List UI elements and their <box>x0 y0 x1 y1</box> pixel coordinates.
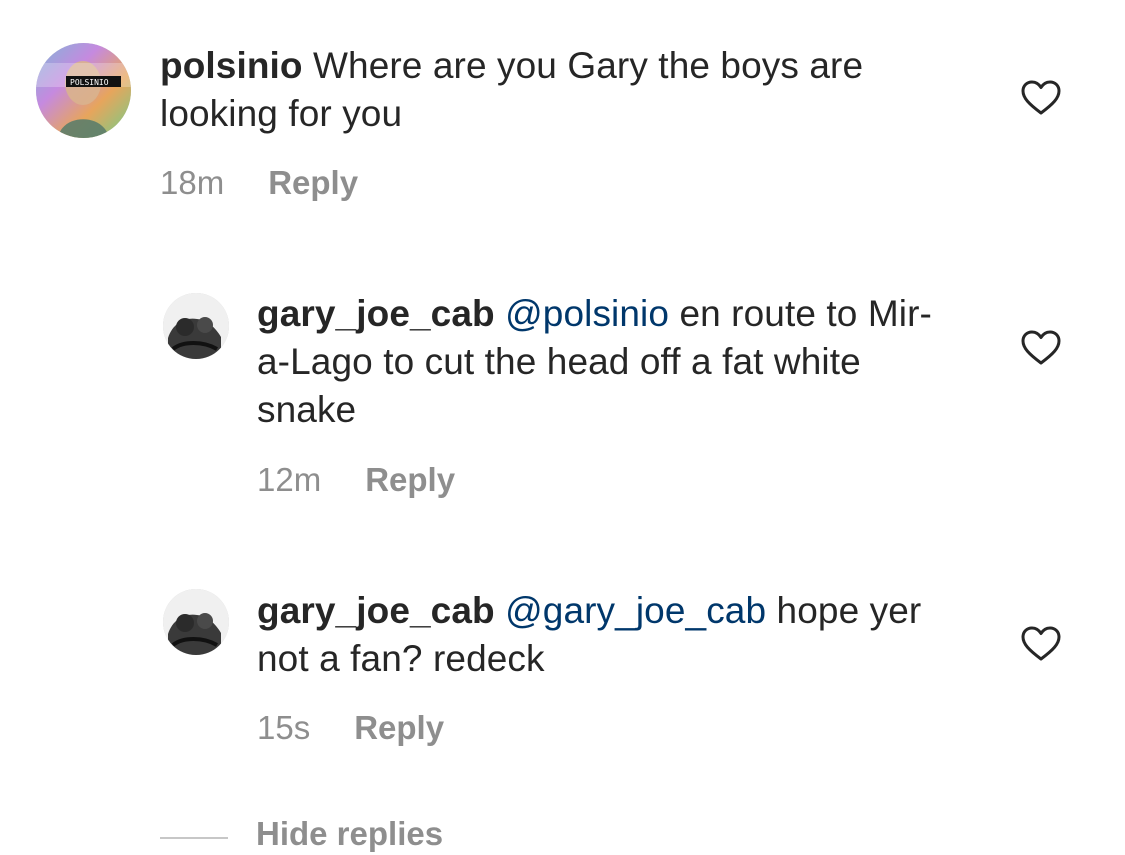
comment-username[interactable]: polsinio <box>160 45 303 86</box>
avatar[interactable] <box>163 589 229 655</box>
comment-meta: 15s Reply <box>257 708 444 748</box>
comment-text: polsinio Where are you Gary the boys are… <box>160 42 940 138</box>
profile-photo-icon: POLSINIO <box>36 43 131 138</box>
comment-meta: 18m Reply <box>160 163 358 203</box>
reply-button[interactable]: Reply <box>354 708 444 748</box>
profile-photo-icon <box>163 293 229 359</box>
reply-button[interactable]: Reply <box>365 460 455 500</box>
comment-username[interactable]: gary_joe_cab <box>257 293 495 334</box>
hide-replies-button[interactable]: Hide replies <box>256 815 443 852</box>
profile-photo-icon <box>163 589 229 655</box>
heart-outline-icon[interactable] <box>1021 626 1061 662</box>
avatar[interactable] <box>163 293 229 359</box>
comment-timestamp: 18m <box>160 164 225 201</box>
comment-text: gary_joe_cab @gary_joe_cab hope yer not … <box>257 587 977 683</box>
comment-meta: 12m Reply <box>257 460 455 500</box>
heart-outline-icon[interactable] <box>1021 80 1061 116</box>
heart-outline-icon[interactable] <box>1021 330 1061 366</box>
reply-button[interactable]: Reply <box>268 163 358 203</box>
comment-text: gary_joe_cab @polsinio en route to Mir-a… <box>257 290 957 434</box>
comment-timestamp: 15s <box>257 709 311 746</box>
avatar-label: POLSINIO <box>70 78 109 87</box>
divider-line <box>160 837 228 839</box>
avatar[interactable]: POLSINIO <box>36 43 131 138</box>
hide-replies-row[interactable]: Hide replies <box>160 815 443 855</box>
comment-username[interactable]: gary_joe_cab <box>257 590 495 631</box>
mention-link[interactable]: @polsinio <box>505 293 669 334</box>
comment-timestamp: 12m <box>257 461 322 498</box>
mention-link[interactable]: @gary_joe_cab <box>505 590 766 631</box>
